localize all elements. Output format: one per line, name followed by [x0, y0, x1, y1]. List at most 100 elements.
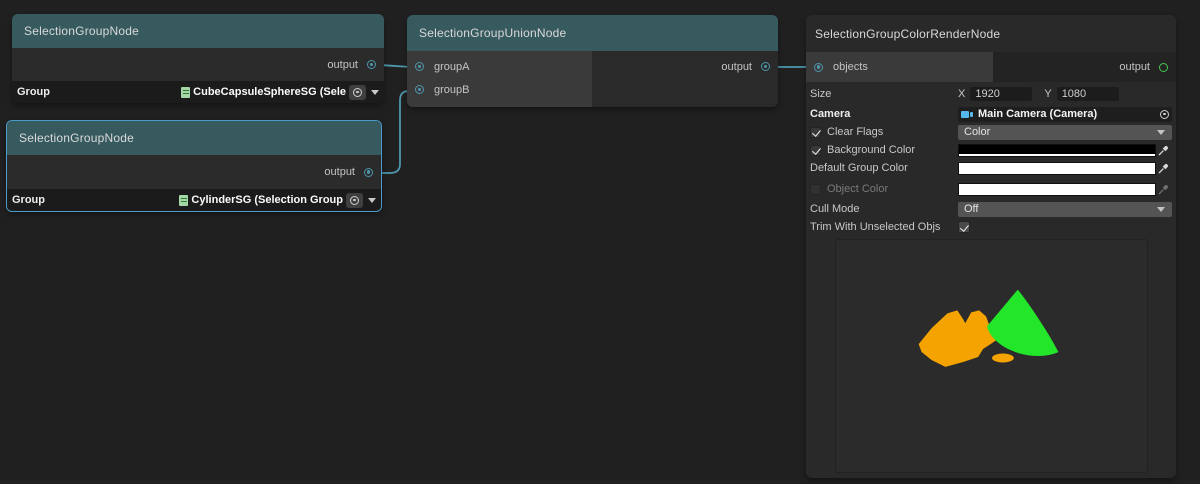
object-picker-icon[interactable]: [1160, 110, 1169, 119]
node-title: SelectionGroupNode: [24, 24, 139, 38]
group-field-row: Group CubeCapsuleSphereSG (Sele: [12, 81, 384, 103]
chevron-down-icon: [1157, 130, 1165, 135]
clear-flags-dropdown[interactable]: Color: [958, 125, 1172, 140]
preview-green-group-shape: [987, 290, 1058, 356]
output-ports-section: output: [993, 52, 1176, 82]
selection-group-union-node[interactable]: SelectionGroupUnionNode groupA groupB ou…: [407, 15, 778, 107]
output-port[interactable]: [1159, 63, 1168, 72]
output-port[interactable]: [367, 60, 376, 69]
prop-row-cull-mode: Cull Mode Off: [806, 201, 1176, 217]
groupB-port[interactable]: [415, 85, 424, 94]
chevron-down-icon[interactable]: [371, 90, 379, 95]
object-color-checkbox[interactable]: [810, 184, 821, 195]
object-picker-button[interactable]: [346, 193, 363, 208]
node-header[interactable]: SelectionGroupNode: [12, 14, 384, 48]
preview-orange-ellipse: [992, 354, 1014, 363]
trim-checkbox[interactable]: [958, 221, 970, 233]
prop-row-camera: Camera Main Camera (Camera): [806, 106, 1176, 122]
object-picker-icon: [350, 196, 359, 205]
cull-mode-field-cell: Off: [958, 202, 1172, 217]
default-group-color-field-cell: [958, 161, 1172, 175]
objects-port-label: objects: [833, 61, 868, 73]
node-title: SelectionGroupNode: [19, 131, 134, 145]
group-field-label: Group: [12, 194, 45, 206]
node-body: groupA groupB output: [407, 51, 778, 107]
clear-flags-value: Color: [964, 126, 1155, 138]
default-group-color-label: Default Group Color: [810, 162, 958, 174]
group-object-field[interactable]: CylinderSG (Selection Group: [191, 194, 343, 206]
output-row: output: [7, 155, 381, 189]
object-color-field-cell: [958, 182, 1172, 196]
prop-row-size: Size X Y: [806, 86, 1176, 102]
output-port-label: output: [324, 166, 355, 178]
cull-mode-value: Off: [964, 203, 1155, 215]
eyedropper-icon: [1156, 182, 1172, 196]
camera-object-field[interactable]: Main Camera (Camera): [958, 107, 1172, 122]
clear-flags-field-cell: Color: [958, 125, 1172, 140]
size-y-label: Y: [1044, 88, 1051, 100]
clear-flags-label-cell: Clear Flags: [810, 126, 958, 138]
output-ports-section: output: [592, 51, 778, 107]
chevron-down-icon[interactable]: [368, 198, 376, 203]
size-x-input[interactable]: [970, 87, 1032, 101]
object-picker-button[interactable]: [349, 85, 366, 100]
object-color-label-cell: Object Color: [810, 183, 958, 195]
object-picker-icon: [353, 88, 362, 97]
default-group-color-swatch[interactable]: [958, 162, 1156, 175]
cull-mode-dropdown[interactable]: Off: [958, 202, 1172, 217]
node-header[interactable]: SelectionGroupUnionNode: [407, 15, 778, 51]
prop-row-clear-flags: Clear Flags Color: [806, 124, 1176, 140]
eyedropper-icon[interactable]: [1156, 161, 1172, 175]
output-row: output: [592, 55, 778, 78]
clear-flags-checkbox[interactable]: [810, 127, 821, 138]
background-color-label: Background Color: [827, 144, 915, 156]
objects-port[interactable]: [814, 63, 823, 72]
node-header[interactable]: SelectionGroupNode: [7, 121, 381, 155]
eyedropper-icon[interactable]: [1156, 143, 1172, 157]
io-row: objects output: [806, 52, 1176, 82]
groupB-port-label: groupB: [434, 84, 469, 96]
selection-group-color-render-node[interactable]: SelectionGroupColorRenderNode objects ou…: [806, 15, 1176, 478]
trim-label: Trim With Unselected Objs: [810, 221, 958, 233]
input-row-groupA: groupA: [407, 55, 592, 78]
background-color-swatch[interactable]: [958, 144, 1156, 157]
input-ports-section: objects: [806, 52, 993, 82]
prop-row-trim: Trim With Unselected Objs: [806, 219, 1176, 235]
camera-object-value: Main Camera (Camera): [978, 108, 1156, 120]
output-port-label: output: [1119, 61, 1150, 73]
output-port-label: output: [327, 59, 358, 71]
trim-field-cell: [958, 221, 1172, 233]
selection-group-asset-icon: [181, 87, 190, 98]
size-y-input[interactable]: [1057, 87, 1119, 101]
output-port-label: output: [721, 61, 752, 73]
size-label: Size: [810, 88, 958, 100]
groupA-port-label: groupA: [434, 61, 469, 73]
input-ports-section: groupA groupB: [407, 51, 592, 107]
background-color-label-cell: Background Color: [810, 144, 958, 156]
group-object-field[interactable]: CubeCapsuleSphereSG (Sele: [193, 86, 346, 98]
camera-label: Camera: [810, 108, 958, 120]
prop-row-background-color: Background Color: [806, 142, 1176, 158]
output-port[interactable]: [364, 168, 373, 177]
prop-row-object-color: Object Color: [806, 180, 1176, 198]
preview-orange-group-shape: [919, 310, 998, 367]
cull-mode-label: Cull Mode: [810, 203, 958, 215]
output-port[interactable]: [761, 62, 770, 71]
chevron-down-icon: [1157, 207, 1165, 212]
group-field-label: Group: [17, 86, 50, 98]
group-field-row: Group CylinderSG (Selection Group: [7, 189, 381, 211]
selection-group-node-2[interactable]: SelectionGroupNode output Group Cylinder…: [6, 120, 382, 212]
background-color-checkbox[interactable]: [810, 145, 821, 156]
node-header[interactable]: SelectionGroupColorRenderNode: [806, 15, 1176, 52]
object-color-swatch[interactable]: [958, 183, 1156, 196]
groupA-port[interactable]: [415, 62, 424, 71]
object-color-label: Object Color: [827, 183, 888, 195]
prop-row-default-group-color: Default Group Color: [806, 160, 1176, 176]
camera-field-cell: Main Camera (Camera): [958, 107, 1172, 122]
camera-icon: [961, 111, 974, 118]
node-title: SelectionGroupUnionNode: [419, 26, 566, 40]
render-preview: [835, 239, 1148, 473]
output-row: output: [12, 48, 384, 81]
size-fields: X Y: [958, 87, 1172, 101]
selection-group-node-1[interactable]: SelectionGroupNode output Group CubeCaps…: [12, 14, 384, 103]
